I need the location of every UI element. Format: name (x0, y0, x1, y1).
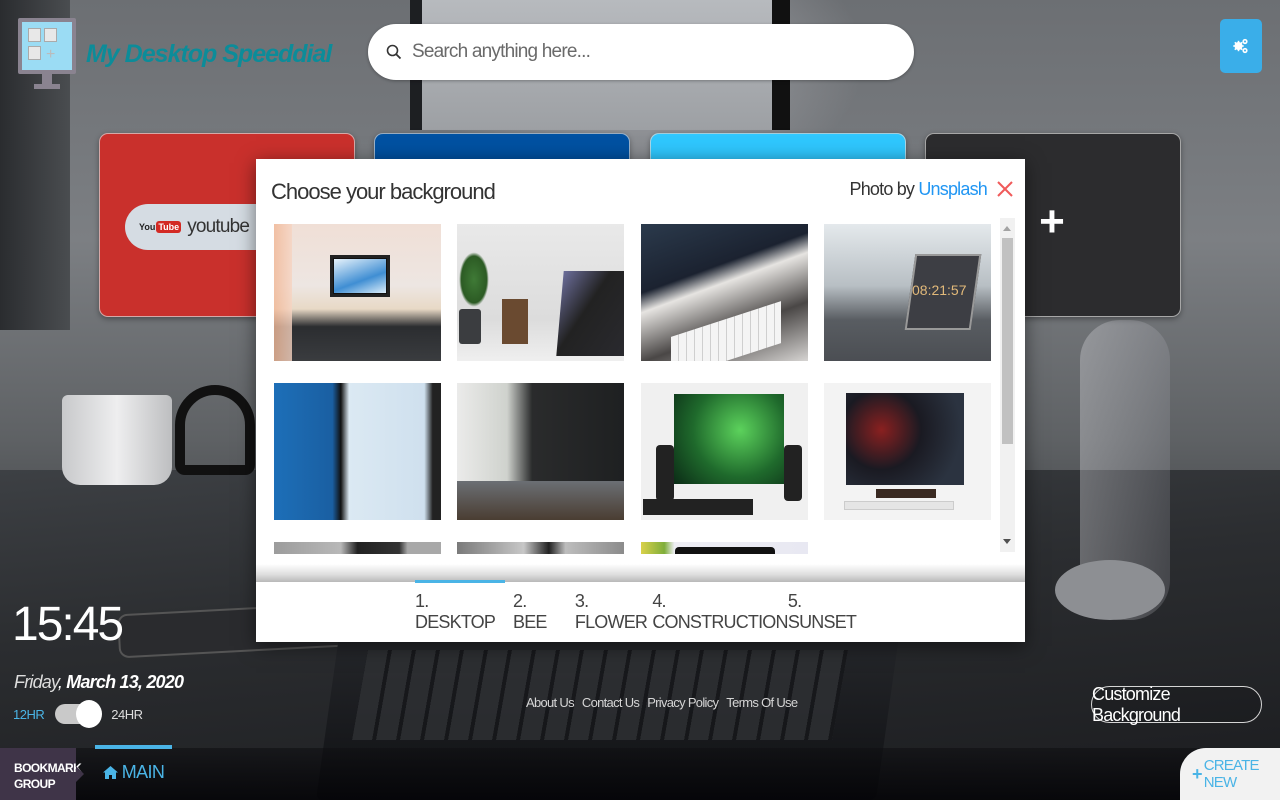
background-thumbnail[interactable] (274, 224, 441, 361)
plus-icon: + (1039, 197, 1065, 246)
scroll-down-arrow-icon[interactable] (1003, 539, 1011, 544)
clock-date: Friday, March 13, 2020 (14, 672, 184, 692)
background-thumbnail[interactable] (641, 224, 808, 361)
background-thumbnail[interactable] (274, 542, 441, 554)
tab-desktop[interactable]: 1. DESKTOP (415, 580, 505, 642)
unsplash-link[interactable]: Unsplash (918, 179, 987, 199)
settings-button[interactable] (1220, 19, 1262, 73)
about-us-link[interactable]: About Us (526, 695, 575, 710)
modal-title: Choose your background (271, 179, 496, 204)
choose-background-modal: Choose your background Photo by Unsplash (256, 159, 1025, 642)
bookmark-group-tab-main[interactable]: MAIN (95, 745, 172, 800)
monitor-grid-icon: + (18, 18, 76, 90)
search-bar[interactable] (368, 24, 914, 80)
clock-time: 15:45 (12, 598, 124, 651)
scroll-up-arrow-icon[interactable] (1003, 226, 1011, 231)
photo-credit: Photo by Unsplash (849, 179, 987, 199)
terms-of-use-link[interactable]: Terms Of Use (726, 695, 798, 710)
gears-icon (1233, 38, 1248, 54)
bg-mug (62, 395, 172, 485)
background-thumbnail[interactable] (641, 542, 808, 554)
background-thumbnail[interactable] (457, 383, 624, 520)
tab-flower[interactable]: 3. FLOWER (575, 582, 648, 642)
search-input[interactable] (412, 41, 882, 63)
background-thumbnail[interactable] (824, 383, 991, 520)
background-thumbnail-grid: 08:21:57 (274, 224, 1014, 554)
plus-icon: + (1192, 763, 1202, 784)
customize-background-button[interactable]: Customize Background (1091, 684, 1262, 725)
background-thumbnail[interactable] (641, 383, 808, 520)
search-icon (386, 44, 402, 60)
tab-bee[interactable]: 2. BEE (513, 582, 559, 642)
bookmark-group-label[interactable]: BOOKMARK GROUP (0, 748, 84, 800)
time-format-toggle[interactable] (55, 700, 103, 728)
thumbnail-scrollbar[interactable] (1000, 218, 1015, 552)
bg-lamp-base (1055, 560, 1165, 620)
24hr-label: 24HR (111, 706, 143, 722)
clock-day: Friday (14, 672, 59, 692)
tab-construction[interactable]: 4. CONSTRUCTION (652, 582, 788, 642)
app-logo[interactable]: + My Desktop Speeddial (18, 18, 332, 90)
bg-headphones (175, 385, 255, 475)
tile-label: youtube (187, 216, 250, 237)
close-icon[interactable] (995, 179, 1015, 199)
scrollbar-thumb[interactable] (1002, 238, 1013, 444)
contact-us-link[interactable]: Contact Us (582, 695, 640, 710)
12hr-label: 12HR (13, 706, 45, 722)
youtube-logo-icon: You Tube (139, 221, 182, 233)
background-thumbnail[interactable]: 08:21:57 (824, 224, 991, 361)
app-title: My Desktop Speeddial (86, 39, 332, 68)
bottom-bar (0, 748, 1280, 800)
background-thumbnail[interactable] (457, 224, 624, 361)
modal-divider (256, 564, 1025, 582)
tab-sunset[interactable]: 5. SUNSET (788, 582, 857, 642)
background-category-tabs: 1. DESKTOP 2. BEE 3. FLOWER 4. CONSTRUCT… (256, 580, 1025, 642)
create-new-button[interactable]: + CREATE NEW (1180, 748, 1280, 800)
time-format-toggle-row: 12HR 24HR (13, 700, 143, 728)
home-icon (102, 766, 118, 779)
footer-links: About Us Contact Us Privacy Policy Terms… (526, 695, 798, 710)
background-thumbnail[interactable] (457, 542, 624, 554)
toggle-knob (76, 700, 103, 728)
background-thumbnail[interactable] (274, 383, 441, 520)
privacy-policy-link[interactable]: Privacy Policy (647, 695, 719, 710)
clock-full-date: March 13, 2020 (66, 672, 184, 692)
